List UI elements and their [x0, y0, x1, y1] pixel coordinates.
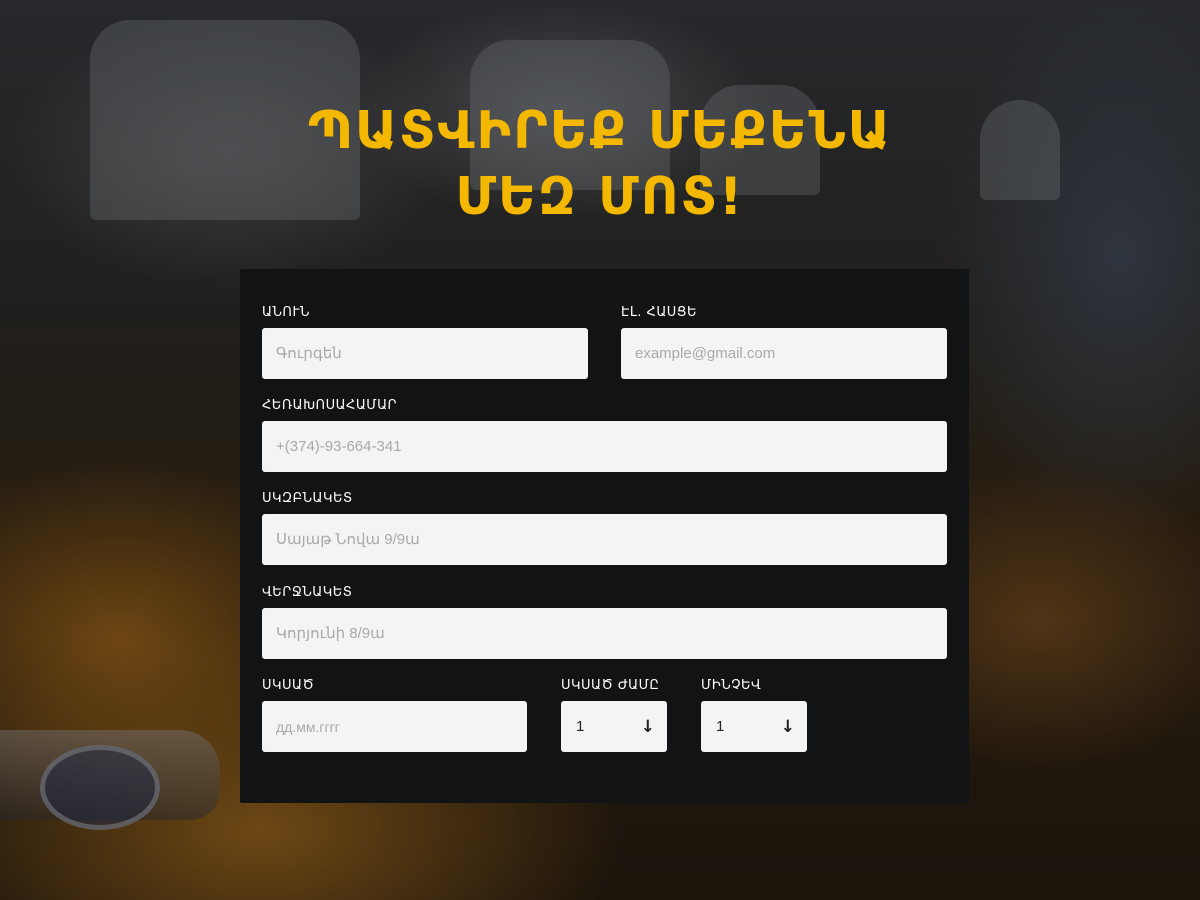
start-time-select[interactable]: 1 ↓	[561, 701, 667, 752]
page-title-line-1: ՊԱՏՎԻՐԵՔ ՄԵՔԵՆԱ	[307, 101, 893, 161]
name-label: ԱՆՈՒՆ	[262, 305, 310, 320]
start-point-input[interactable]	[262, 514, 947, 565]
page-title-line-2: ՄԵԶ ՄՈՏ!	[455, 167, 745, 227]
until-label: ՄԻՆՉԵՎ	[701, 678, 762, 693]
email-label: ԷԼ. ՀԱՍՑԵ	[621, 305, 697, 320]
start-point-label: ՍԿԶԲՆԱԿԵՏ	[262, 491, 353, 506]
booking-page: ՊԱՏՎԻՐԵՔ ՄԵՔԵՆԱ ՄԵԶ ՄՈՏ! ԱՆՈՒՆ ԷԼ. ՀԱՍՑԵ…	[0, 0, 1200, 900]
start-date-label: ՍԿՍԱԾ	[262, 678, 315, 693]
end-point-input[interactable]	[262, 608, 947, 659]
name-input[interactable]	[262, 328, 588, 379]
until-value: 1	[716, 718, 725, 735]
start-date-placeholder: дд.мм.гггг	[276, 718, 340, 735]
start-time-value: 1	[576, 718, 585, 735]
end-point-label: ՎԵՐՋՆԱԿԵՏ	[262, 585, 353, 600]
arrow-down-icon: ↓	[780, 716, 795, 737]
email-input[interactable]	[621, 328, 947, 379]
arrow-down-icon: ↓	[640, 716, 655, 737]
start-time-label: ՍԿՍԱԾ ԺԱՄԸ	[561, 678, 660, 693]
page-title: ՊԱՏՎԻՐԵՔ ՄԵՔԵՆԱ ՄԵԶ ՄՈՏ!	[0, 98, 1200, 230]
until-select[interactable]: 1 ↓	[701, 701, 807, 752]
start-date-input[interactable]: дд.мм.гггг	[262, 701, 527, 752]
phone-input[interactable]	[262, 421, 947, 472]
phone-label: ՀԵՌԱԽՈՍԱՀԱՄԱՐ	[262, 398, 398, 413]
booking-form: ԱՆՈՒՆ ԷԼ. ՀԱՍՑԵ ՀԵՌԱԽՈՍԱՀԱՄԱՐ ՍԿԶԲՆԱԿԵՏ …	[240, 269, 969, 803]
